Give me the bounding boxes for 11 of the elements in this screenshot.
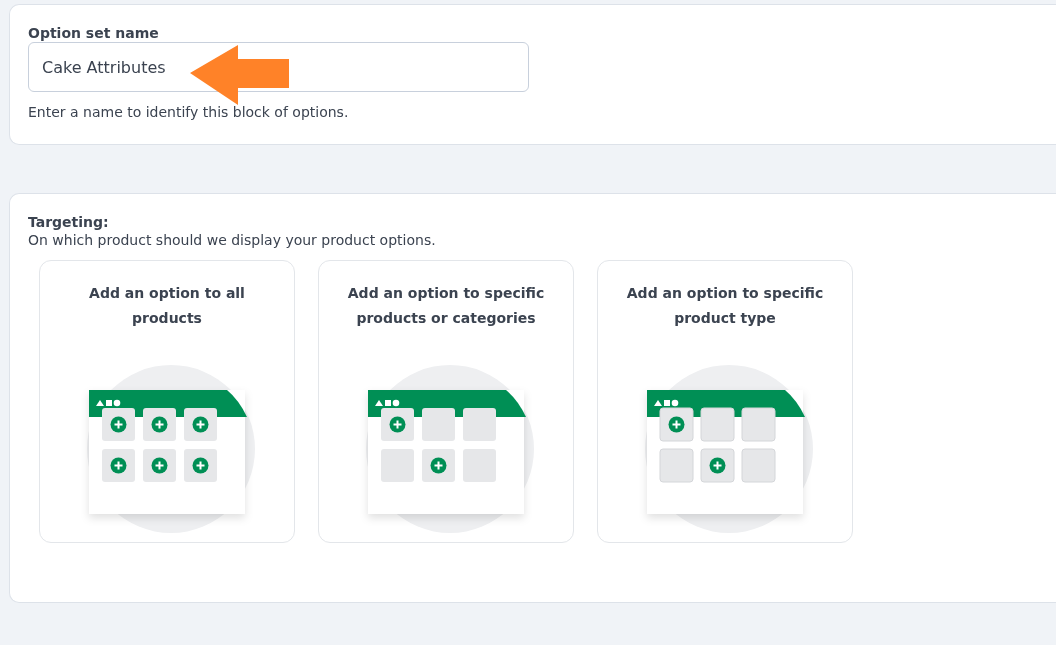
card-title: Add an option to all products	[88, 284, 246, 328]
section-description: On which product should we display your product options.	[28, 232, 437, 248]
targeting-option-card[interactable]: Add an option to specific product type	[597, 260, 853, 543]
section-title: Targeting:	[28, 214, 110, 230]
help-text: Enter a name to identify this block of options.	[28, 104, 350, 120]
card-title: Add an option to specific products or categories	[346, 284, 546, 328]
targeting-option-card[interactable]: Add an option to all products	[39, 260, 295, 543]
field-label: Option set name	[28, 25, 160, 41]
card-title: Add an option to specific product type	[625, 284, 825, 328]
arrow-icon	[190, 45, 290, 107]
targeting-option-card[interactable]: Add an option to specific products or categories	[318, 260, 574, 543]
